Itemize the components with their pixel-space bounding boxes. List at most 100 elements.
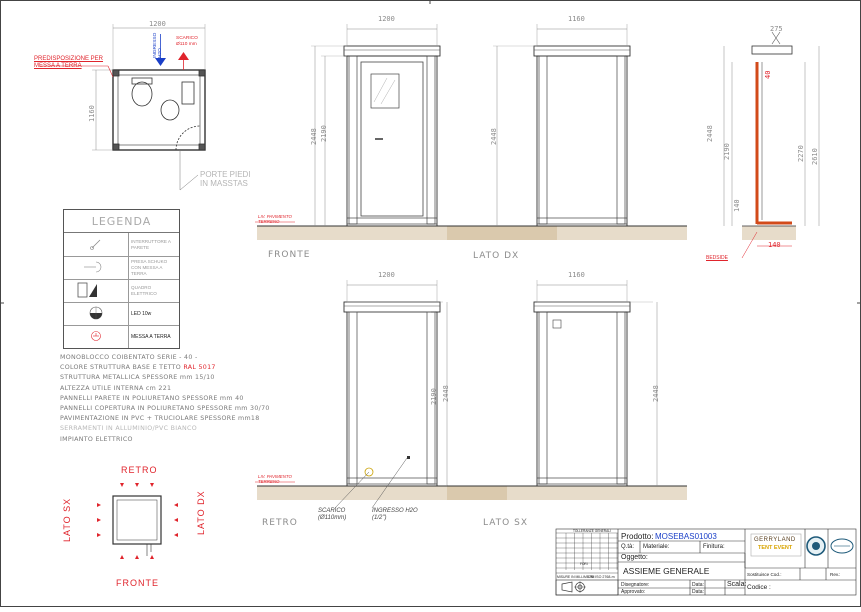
corner-post: [426, 55, 436, 225]
tb-rev-label: Rev.:: [830, 572, 841, 577]
roof-cap: [533, 301, 631, 313]
tb-materiale-label: Materiale:: [643, 544, 670, 550]
key-door: [146, 544, 152, 556]
note-line: PANNELLI PARETE IN POLIURETANO SPESSORE …: [60, 394, 244, 402]
section-dim-top: 275: [770, 25, 783, 33]
base-frame: [346, 217, 438, 225]
roof-cap: [343, 301, 441, 313]
key-label-lato-dx: LATO DX: [196, 490, 206, 535]
view-arrow-down-icon: [120, 483, 124, 487]
view-title-retro: RETRO: [262, 518, 298, 528]
section-roof: [751, 45, 793, 55]
lato-sx-dim-h: 2448: [652, 385, 660, 402]
plan-view: [40, 24, 206, 191]
plan-door-swing: [175, 125, 201, 151]
ground-icon: [64, 325, 129, 348]
view-key-arrows: [97, 483, 178, 559]
fronte-dim-h1: 2448: [310, 128, 318, 145]
plan-corner-post: [112, 69, 120, 77]
lato-dx-dim-width: 1160: [568, 15, 585, 23]
view-arrow-left-icon: [174, 533, 178, 537]
plan-urinal: [160, 99, 180, 121]
key-inner: [116, 499, 158, 541]
view-arrow-right-icon: [97, 518, 101, 522]
section-dim-b: 2190: [723, 143, 731, 160]
ground-strip: [447, 226, 687, 240]
elevations-group: [255, 24, 687, 509]
tb-data2-label: Data:: [692, 589, 704, 595]
ground-label-retro: LIV. PAVIMENTO TERRENO: [258, 474, 292, 484]
note-line: SERRAMENTI IN ALLUMINIO/PVC BIANCO: [60, 425, 197, 433]
legend-label: QUADRO ELETTRICO: [131, 284, 157, 296]
led-lamp-icon: [64, 302, 129, 325]
legend-row: INTERRUTTORE A PARETE: [64, 233, 179, 257]
tb-scala-label: Scala:: [727, 581, 747, 588]
retro-dim-width: 1200: [378, 271, 395, 279]
cabin-body: [346, 55, 438, 227]
door-handle: [375, 138, 383, 140]
callout-scarico: SCARICO (Ø110mm): [318, 508, 347, 521]
plan-label-ground: PREDISPOSIZIONE PER MESSA A TERRA: [34, 56, 104, 69]
plan-feet-leader: [179, 174, 199, 191]
callout-ingresso: INGRESSO H2O (1/2"): [372, 508, 418, 521]
corner-post: [616, 311, 626, 485]
fronte-dim-width: 1200: [378, 15, 395, 23]
section-dim-e: 140: [733, 199, 741, 212]
view-title-fronte: FRONTE: [268, 250, 311, 260]
legend: LEGENDA INTERRUTTORE A PARETE PRESA SCHUK…: [63, 209, 180, 349]
panel-icon: [64, 279, 129, 302]
tb-tolleranze-title: TOLLERANZE GENERALI: [573, 529, 611, 533]
plan-dim-width: 1200: [149, 20, 166, 28]
ground-strip: [447, 486, 687, 500]
roof-cap: [343, 45, 441, 57]
legend-row: PRESA SCHUKO CON MESSA A TERRA: [64, 256, 179, 280]
plan-inner-wall: [117, 74, 201, 146]
view-arrow-right-icon: [97, 533, 101, 537]
corner-post: [538, 311, 548, 485]
water-inlet-arrow: [155, 58, 166, 66]
tb-sostituisce-label: Sostituisce Cod.:: [747, 572, 782, 577]
ral-code: RAL 5017: [183, 364, 216, 372]
legend-title: LEGENDA: [64, 210, 179, 233]
section-dim-a: 2448: [706, 125, 714, 142]
electric-panel-icon: [552, 319, 562, 329]
plan-toilet: [131, 81, 153, 107]
projection-cone-icon: [561, 581, 573, 593]
ground-label-fronte: LIV. PAVIMENTO TERRENO: [258, 214, 292, 224]
callout-leader: [371, 457, 408, 509]
note-line: PAVIMENTAZIONE IN PVC + TRUCIOLARE SPESS…: [60, 415, 260, 423]
roof-cap: [533, 45, 631, 57]
tb-fori-title: FORI: [580, 562, 588, 566]
view-arrow-down-icon: [135, 483, 139, 487]
tb-brand-sub: TENT EVENT: [758, 545, 793, 551]
plan-dim-height: 1160: [88, 105, 96, 122]
legend-row: LED 10w: [64, 302, 179, 326]
tolerance-grid: [556, 532, 618, 574]
tb-disegnatore-label: Disegnatore:: [621, 582, 650, 588]
view-arrow-up-icon: [120, 555, 124, 559]
tb-finish-code: UNI ISO 2768-m: [588, 575, 615, 579]
tb-prodotto-value: MOSEBAS01003: [655, 532, 717, 541]
view-arrow-right-icon: [97, 503, 101, 507]
legend-row: MESSA A TERRA: [64, 325, 179, 348]
view-arrow-up-icon: [135, 555, 139, 559]
corner-post: [616, 55, 626, 225]
plan-wash-basin: [181, 81, 195, 105]
section-ground: [742, 226, 796, 240]
key-outer: [112, 495, 162, 545]
note-line: PANNELLI COPERTURA IN POLIURETANO SPESSO…: [60, 405, 270, 412]
retro-dim-h2: 2448: [442, 385, 450, 402]
section-dim-g: 40: [764, 70, 772, 79]
lato-dx-dim-h: 2448: [490, 128, 498, 145]
view-arrow-up-icon: [150, 555, 154, 559]
cabin-body: [346, 311, 438, 487]
switch-icon: [64, 233, 129, 256]
retro-dim-h1: 2190: [430, 388, 438, 405]
cabin-body: [536, 55, 628, 227]
note-line: IMPIANTO ELETTRICO: [60, 435, 133, 443]
legend-label: LED 10w: [131, 310, 152, 317]
window-glare: [380, 79, 396, 105]
legend-label: INTERRUTTORE A PARETE: [131, 238, 171, 250]
key-label-retro: RETRO: [121, 465, 158, 475]
drawing-sheet: 1200 1160 PREDISPOSIZIONE PER MESSA A TE…: [0, 0, 861, 607]
